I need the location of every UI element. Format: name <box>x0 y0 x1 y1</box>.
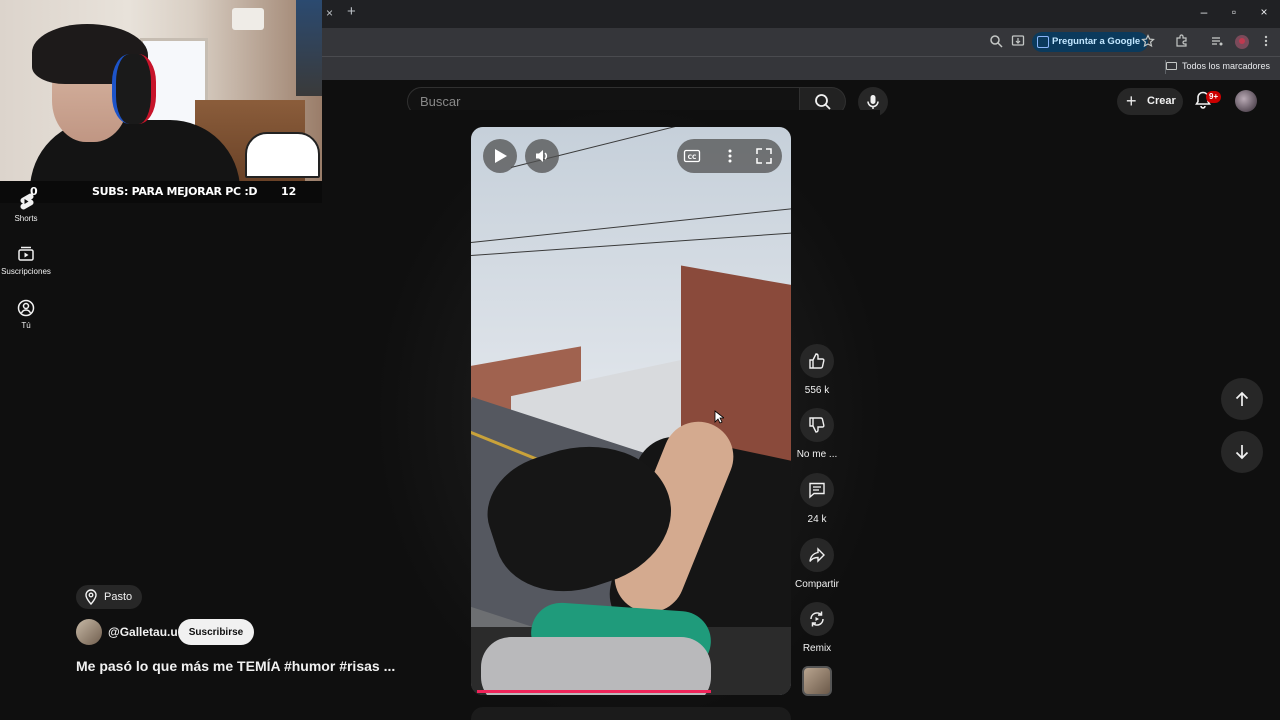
subscriptions-icon <box>18 246 34 261</box>
remix-icon <box>810 611 824 627</box>
comments-button[interactable]: 24 k <box>790 473 844 525</box>
media-icon[interactable] <box>1209 34 1225 50</box>
volume-icon <box>536 150 548 162</box>
subscribe-button[interactable]: Suscribirse <box>178 619 254 645</box>
player-controls-group: CC <box>677 139 782 173</box>
search-input[interactable] <box>420 94 790 109</box>
webcam-overlay <box>0 0 322 181</box>
share-button[interactable]: Compartir <box>790 538 844 590</box>
browser-titlebar <box>322 0 1280 28</box>
webcam-monitor <box>296 0 322 96</box>
folder-icon <box>1165 62 1177 70</box>
menu-icon[interactable] <box>1258 34 1274 50</box>
channel-avatar[interactable] <box>76 619 102 645</box>
restore-button[interactable]: ▫ <box>1224 5 1244 23</box>
thumbs-down-icon <box>809 417 825 433</box>
sound-thumbnail[interactable] <box>802 666 832 696</box>
location-pin-icon <box>85 589 97 605</box>
ask-google-button[interactable]: Preguntar a Google <box>1032 32 1149 52</box>
cat-mascot-icon <box>245 132 320 178</box>
minimize-button[interactable]: – <box>1194 5 1214 23</box>
channel-name[interactable]: @Galletau.u <box>108 625 178 639</box>
create-label: Crear <box>1147 95 1176 107</box>
sub-goal-target: 12 <box>281 185 297 198</box>
tab-close-icon[interactable]: × <box>326 6 333 20</box>
create-button[interactable]: + Crear <box>1117 88 1183 115</box>
arrow-up-icon <box>1235 391 1249 406</box>
lens-icon <box>1037 36 1049 48</box>
play-icon <box>495 149 507 163</box>
all-bookmarks-button[interactable]: Todos los marcadores <box>1165 61 1270 71</box>
nav-shorts[interactable]: Shorts <box>0 192 52 223</box>
more-options-icon[interactable] <box>721 147 739 165</box>
mouse-cursor-icon <box>714 410 724 424</box>
share-icon <box>809 547 825 563</box>
nav-shorts-label: Shorts <box>14 214 38 223</box>
video-progress-bar[interactable] <box>477 690 711 693</box>
video-gray-glove <box>481 637 711 695</box>
share-label: Compartir <box>795 579 839 590</box>
zoom-icon[interactable] <box>988 34 1004 50</box>
extensions-icon[interactable] <box>1174 34 1190 50</box>
star-icon[interactable] <box>1140 34 1156 50</box>
like-button[interactable]: 556 k <box>790 344 844 396</box>
profile-icon[interactable] <box>1234 34 1250 50</box>
close-window-button[interactable]: × <box>1254 5 1274 23</box>
comment-count: 24 k <box>807 514 827 525</box>
nav-you-label: Tú <box>21 321 31 330</box>
search-icon <box>815 94 831 110</box>
notification-badge: 9+ <box>1206 91 1222 103</box>
dislike-label: No me ... <box>796 449 838 460</box>
play-button[interactable] <box>483 139 517 173</box>
webcam-air-conditioner <box>232 8 264 30</box>
video-title[interactable]: Me pasó lo que más me TEMÍA #humor #risa… <box>76 658 395 674</box>
install-app-icon[interactable] <box>1010 34 1026 50</box>
nav-subscriptions-label: Suscripciones <box>1 267 51 276</box>
comment-icon <box>809 482 825 499</box>
ask-google-label: Preguntar a Google <box>1052 36 1141 47</box>
bookmarks-bar <box>322 56 1280 80</box>
svg-text:CC: CC <box>688 154 697 161</box>
plus-icon: + <box>1126 91 1137 111</box>
sub-goal-message: SUBS: PARA MEJORAR PC :D <box>92 185 258 198</box>
arrow-down-icon <box>1235 445 1249 460</box>
nav-you[interactable]: Tú <box>0 299 52 330</box>
next-short-preview[interactable] <box>471 707 791 720</box>
remix-button[interactable]: Remix <box>790 602 844 654</box>
next-short-button[interactable] <box>1221 431 1263 473</box>
new-tab-button[interactable]: + <box>347 3 356 20</box>
all-bookmarks-label: Todos los marcadores <box>1181 61 1270 71</box>
microphone-icon <box>867 95 879 109</box>
volume-button[interactable] <box>525 139 559 173</box>
location-chip[interactable]: Pasto <box>76 585 143 609</box>
dislike-button[interactable]: No me ... <box>790 408 844 460</box>
like-count: 556 k <box>804 385 830 396</box>
location-label: Pasto <box>104 591 133 603</box>
nav-subscriptions[interactable]: Suscripciones <box>0 245 52 276</box>
short-video-player[interactable]: CC <box>471 127 791 695</box>
fullscreen-icon[interactable] <box>755 147 773 165</box>
account-icon <box>17 299 35 317</box>
remix-label: Remix <box>802 643 832 654</box>
shorts-icon <box>20 193 34 210</box>
headset-icon <box>112 54 156 124</box>
avatar[interactable] <box>1235 90 1257 112</box>
previous-short-button[interactable] <box>1221 378 1263 420</box>
captions-icon[interactable]: CC <box>683 147 701 165</box>
thumbs-up-icon <box>809 353 825 369</box>
